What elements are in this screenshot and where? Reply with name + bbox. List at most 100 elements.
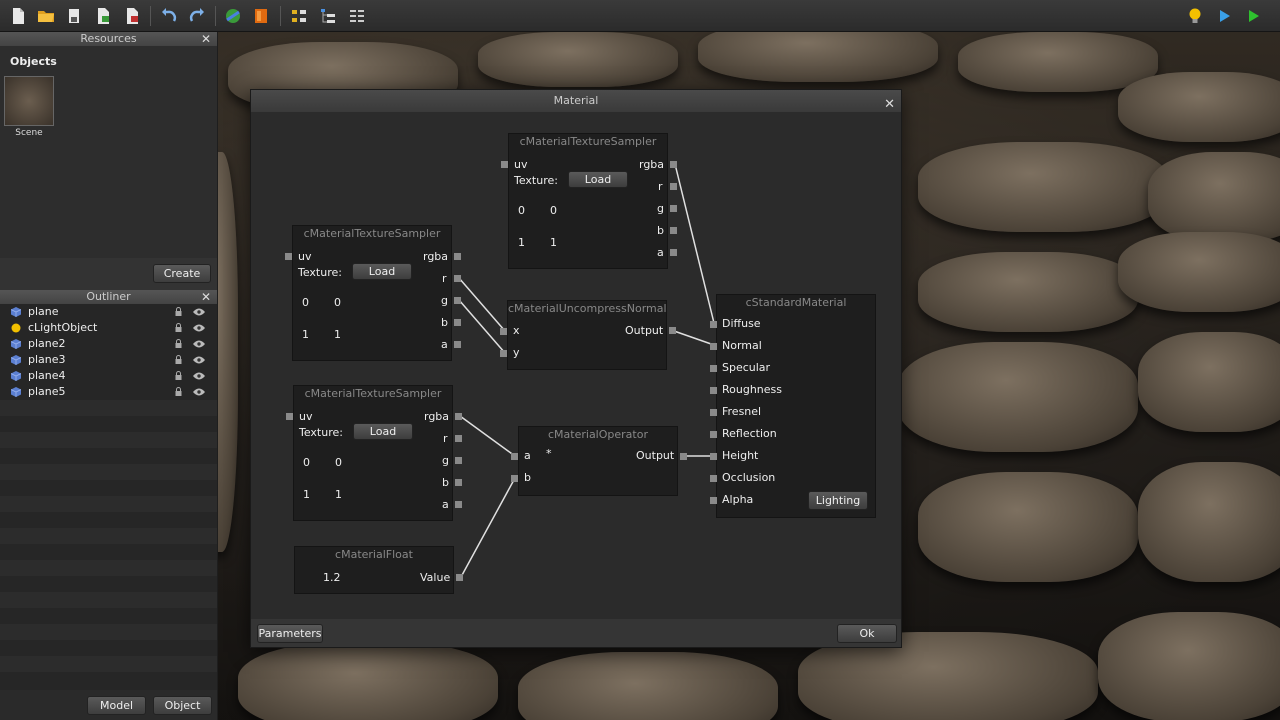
output-port-a[interactable] [454, 341, 461, 348]
output-port-b[interactable] [670, 227, 677, 234]
port-label: r [658, 180, 663, 193]
input-port-x[interactable] [500, 328, 507, 335]
standard-material-node[interactable]: cStandardMaterial Diffuse Normal Specula… [710, 294, 876, 518]
outliner-item[interactable]: plane4 [0, 368, 217, 384]
material-title-bar[interactable]: Material ✕ [251, 90, 901, 112]
output-port-b[interactable] [455, 479, 462, 486]
input-port-y[interactable] [500, 350, 507, 357]
save-as-icon[interactable] [93, 6, 113, 26]
input-port-reflection[interactable] [710, 431, 717, 438]
hierarchy-tool-icon[interactable] [318, 6, 338, 26]
cube-icon [11, 355, 21, 365]
output-port[interactable] [669, 327, 676, 334]
output-port-b[interactable] [454, 319, 461, 326]
texture-sampler-node[interactable]: cMaterialTextureSampler uv Texture: Load… [285, 225, 461, 361]
object-button[interactable]: Object [153, 696, 212, 715]
close-icon[interactable]: ✕ [201, 290, 211, 304]
output-port-g[interactable] [455, 457, 462, 464]
eye-icon[interactable] [193, 308, 205, 316]
output-port-g[interactable] [454, 297, 461, 304]
outliner-item[interactable]: plane [0, 304, 217, 320]
play-icon[interactable] [1214, 6, 1234, 26]
input-port-roughness[interactable] [710, 387, 717, 394]
lock-icon[interactable] [175, 339, 182, 348]
lighting-button[interactable]: Lighting [808, 491, 868, 510]
node-graph-canvas[interactable]: cMaterialTextureSampler uv Texture: Load… [251, 112, 901, 619]
eye-icon[interactable] [193, 356, 205, 364]
outliner-item[interactable]: cLightObject [0, 320, 217, 336]
load-button[interactable]: Load [568, 171, 628, 188]
output-port-a[interactable] [455, 501, 462, 508]
output-port-rgba[interactable] [455, 413, 462, 420]
create-button[interactable]: Create [153, 264, 211, 283]
input-port-occlusion[interactable] [710, 475, 717, 482]
port-label: uv [299, 410, 313, 423]
operator-node[interactable]: cMaterialOperator a b * Output [511, 426, 687, 496]
scene-tool-icon[interactable] [223, 6, 243, 26]
run-icon[interactable] [1243, 6, 1263, 26]
input-port-uv[interactable] [501, 161, 508, 168]
eye-icon[interactable] [193, 340, 205, 348]
input-port-height[interactable] [710, 453, 717, 460]
eye-icon[interactable] [193, 372, 205, 380]
eye-icon[interactable] [193, 324, 205, 332]
input-port-uv[interactable] [286, 413, 293, 420]
input-port-alpha[interactable] [710, 497, 717, 504]
save-icon[interactable] [64, 6, 84, 26]
input-port-specular[interactable] [710, 365, 717, 372]
model-button[interactable]: Model [87, 696, 146, 715]
toolbar-separator [150, 6, 151, 26]
open-folder-icon[interactable] [36, 6, 56, 26]
close-icon[interactable]: ✕ [201, 32, 211, 46]
new-file-icon[interactable] [8, 6, 28, 26]
empty-row [0, 432, 217, 448]
output-port-g[interactable] [670, 205, 677, 212]
input-port-b[interactable] [511, 475, 518, 482]
input-port-uv[interactable] [285, 253, 292, 260]
input-port-a[interactable] [511, 453, 518, 460]
undo-icon[interactable] [159, 6, 179, 26]
output-port[interactable] [680, 453, 687, 460]
lock-icon[interactable] [175, 307, 182, 316]
load-button[interactable]: Load [353, 423, 413, 440]
outliner-item[interactable]: plane2 [0, 336, 217, 352]
input-port-fresnel[interactable] [710, 409, 717, 416]
light-bulb-icon[interactable] [1185, 6, 1205, 26]
material-footer: Parameters Ok [251, 619, 901, 647]
output-port-a[interactable] [670, 249, 677, 256]
texture-sampler-node[interactable]: cMaterialTextureSampler uv Texture: Load… [286, 385, 462, 521]
export-icon[interactable] [122, 6, 142, 26]
output-port-r[interactable] [455, 435, 462, 442]
operator-symbol[interactable]: * [546, 447, 552, 460]
uv-value: 0 [303, 456, 310, 469]
lock-icon[interactable] [175, 355, 182, 364]
output-port-rgba[interactable] [454, 253, 461, 260]
eye-icon[interactable] [193, 388, 205, 396]
empty-row [0, 496, 217, 512]
float-node[interactable]: cMaterialFloat 1.2 Value [294, 546, 463, 594]
float-value[interactable]: 1.2 [323, 571, 341, 584]
load-button[interactable]: Load [352, 263, 412, 280]
outliner-item[interactable]: plane5 [0, 384, 217, 400]
output-port-rgba[interactable] [670, 161, 677, 168]
input-port-diffuse[interactable] [710, 321, 717, 328]
parameters-button[interactable]: Parameters [257, 624, 323, 643]
redo-icon[interactable] [187, 6, 207, 26]
output-port-r[interactable] [454, 275, 461, 282]
uncompress-normal-node[interactable]: cMaterialUncompressNormal x y Output [500, 300, 676, 370]
outliner-item[interactable]: plane3 [0, 352, 217, 368]
layout-tool-icon[interactable] [289, 6, 309, 26]
output-port-r[interactable] [670, 183, 677, 190]
scene-thumbnail[interactable] [4, 76, 54, 126]
output-port-value[interactable] [456, 574, 463, 581]
texture-sampler-node[interactable]: cMaterialTextureSampler uv Texture: Load… [501, 133, 677, 269]
list-tool-icon[interactable] [347, 6, 367, 26]
material-tool-icon[interactable] [251, 6, 271, 26]
lock-icon[interactable] [175, 323, 182, 332]
texture-label: Texture: [514, 174, 558, 187]
connection-wire [459, 415, 516, 457]
input-port-normal[interactable] [710, 343, 717, 350]
ok-button[interactable]: Ok [837, 624, 897, 643]
lock-icon[interactable] [175, 371, 182, 380]
lock-icon[interactable] [175, 387, 182, 396]
